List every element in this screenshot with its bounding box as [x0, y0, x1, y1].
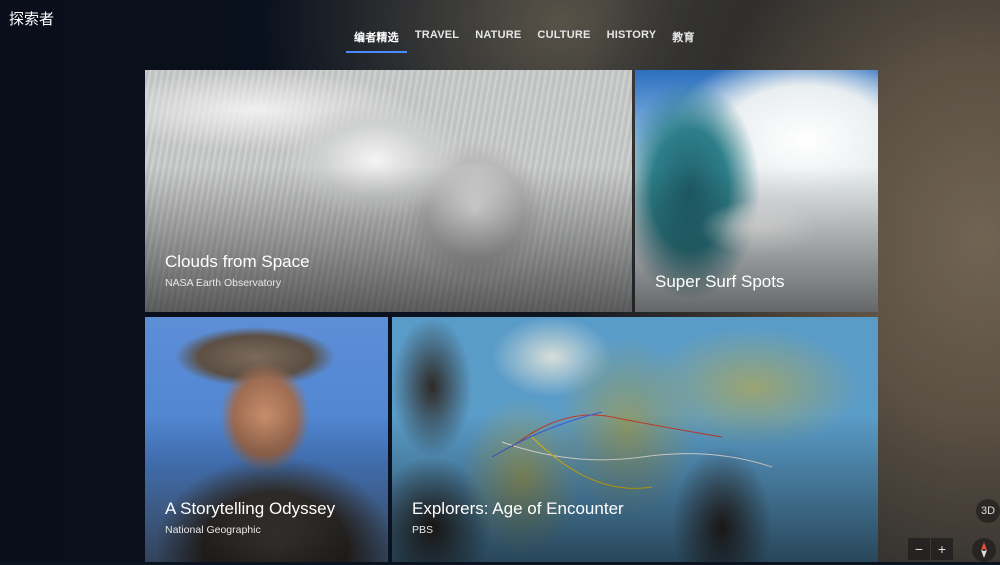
tab-education[interactable]: 教育: [664, 26, 702, 51]
card-shade: [392, 415, 878, 562]
card-title: Super Surf Spots: [655, 272, 785, 291]
card-title: Clouds from Space: [165, 252, 310, 271]
tab-nature[interactable]: NATURE: [467, 26, 529, 51]
compass-needle-icon: [981, 542, 987, 558]
app-title: 探索者: [9, 11, 55, 28]
card-shade: [145, 415, 388, 562]
card-super-surf-spots[interactable]: Super Surf Spots: [635, 70, 878, 312]
compass-icon[interactable]: [972, 538, 996, 562]
card-storytelling-odyssey[interactable]: A Storytelling Odyssey National Geograph…: [145, 317, 388, 562]
3d-toggle-button[interactable]: 3D: [976, 499, 1000, 523]
tab-history[interactable]: HISTORY: [599, 26, 665, 51]
tab-travel[interactable]: TRAVEL: [407, 26, 467, 51]
card-clouds-from-space[interactable]: Clouds from Space NASA Earth Observatory: [145, 70, 632, 312]
tab-editors-picks[interactable]: 编者精选: [346, 26, 407, 53]
zoom-in-button[interactable]: +: [931, 538, 953, 560]
card-shade: [145, 166, 632, 312]
zoom-out-button[interactable]: −: [908, 538, 930, 560]
card-source: National Geographic: [165, 524, 261, 536]
card-source: PBS: [412, 524, 434, 536]
card-source: NASA Earth Observatory: [165, 277, 282, 289]
card-title: Explorers: Age of Encounter: [412, 499, 624, 518]
tab-culture[interactable]: CULTURE: [529, 26, 598, 51]
category-tabs: 编者精选 TRAVEL NATURE CULTURE HISTORY 教育: [346, 26, 703, 53]
card-explorers-age-of-encounter[interactable]: Explorers: Age of Encounter PBS: [392, 317, 878, 562]
card-title: A Storytelling Odyssey: [165, 499, 336, 518]
